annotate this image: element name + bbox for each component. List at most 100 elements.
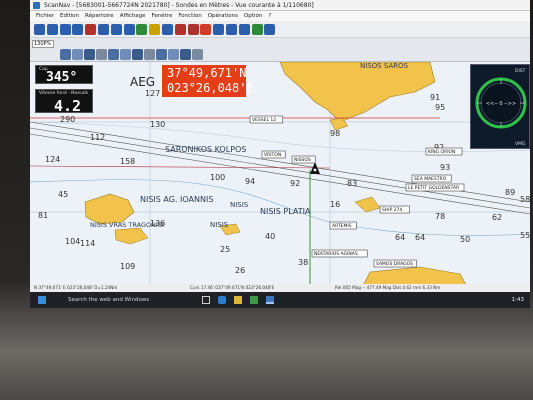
- menu-item-8[interactable]: ?: [268, 11, 271, 21]
- label-area-aeg: AEG: [130, 75, 155, 89]
- ais-target-box[interactable]: SEA MAESTRO: [411, 174, 452, 183]
- ais-target-name: KING ORION: [428, 149, 455, 155]
- depth-sounding: 124: [45, 155, 60, 164]
- ais-target-box[interactable]: NEKTARIOS AGINAS: [311, 249, 368, 258]
- boat-icon[interactable]: [238, 24, 250, 35]
- ais-target-box[interactable]: NISSOS: [291, 155, 316, 164]
- menu-item-3[interactable]: Affichage: [120, 11, 146, 21]
- menu-item-1[interactable]: Edition: [60, 11, 79, 21]
- settings-icon[interactable]: [264, 24, 276, 35]
- secondary-tool-icon[interactable]: [156, 49, 167, 60]
- device-frame: ScanNav - [5683001-5667724N 2021780] - S…: [0, 0, 533, 400]
- zoom-select[interactable]: 130P%: [32, 40, 54, 48]
- ais-target-box[interactable]: KING ORION: [425, 147, 463, 156]
- store-icon[interactable]: [250, 296, 258, 304]
- label-nisis-ioannis: NISIS AG. IOANNIS: [140, 195, 213, 204]
- ais-target-box[interactable]: LE PETIT GOLDENSTAR: [405, 183, 465, 192]
- secondary-tool-icon[interactable]: [120, 49, 131, 60]
- depth-sounding: 290: [60, 115, 75, 124]
- depth-sounding: 114: [80, 239, 95, 248]
- depth-sounding: 89: [505, 188, 515, 197]
- measure-icon[interactable]: [98, 24, 109, 35]
- heading-panel: Cap 345°: [35, 65, 93, 85]
- track-icon[interactable]: [72, 24, 84, 35]
- menu-item-2[interactable]: Répertoire: [85, 11, 114, 21]
- explorer-icon[interactable]: [234, 296, 242, 304]
- speed-label: Vitesse fond - Noeuds: [39, 91, 89, 96]
- nautical-chart[interactable]: AEG SARONIKOS KOLPOS NISIS AG. IOANNIS N…: [30, 62, 530, 292]
- secondary-tool-icon[interactable]: [60, 49, 71, 60]
- chart-view[interactable]: AEG SARONIKOS KOLPOS NISIS AG. IOANNIS N…: [30, 62, 530, 292]
- edge-icon[interactable]: [218, 296, 226, 304]
- depth-sounding: 78: [435, 212, 445, 221]
- ais-target-name: SHIP 274: [382, 207, 402, 213]
- tide-icon[interactable]: [213, 24, 225, 35]
- start-button[interactable]: [38, 296, 46, 304]
- taskbar-search[interactable]: Search the web and Windows: [56, 292, 196, 308]
- depth-sounding: 25: [220, 245, 230, 254]
- secondary-tool-icon[interactable]: [84, 49, 95, 60]
- info-icon[interactable]: [162, 24, 173, 35]
- pointer-icon[interactable]: [34, 24, 45, 35]
- crosshair-icon[interactable]: [46, 24, 58, 35]
- secondary-tool-icon[interactable]: [192, 49, 203, 60]
- window-title: ScanNav - [5683001-5667724N 2021780] - S…: [44, 2, 314, 9]
- scannav-taskbar-icon[interactable]: [266, 296, 274, 304]
- depth-sounding: 55: [520, 231, 530, 240]
- speed-panel: Vitesse fond - Noeuds 4.2: [35, 89, 93, 115]
- chart-icon[interactable]: [136, 24, 148, 35]
- label-nisis: NISIS: [230, 201, 249, 209]
- compass-panel: DIST <<-- 0 -->> VMG: [470, 64, 530, 149]
- status-left: N 37°49,671' E 023°26,048' D=1.24Nm: [34, 285, 118, 290]
- menu-item-6[interactable]: Opérations: [208, 11, 238, 21]
- toolbar-secondary: 130P%: [30, 38, 530, 62]
- depth-sounding: 98: [330, 129, 340, 138]
- flag-icon[interactable]: [187, 24, 199, 35]
- depth-sounding: 40: [265, 232, 275, 241]
- secondary-tool-icon[interactable]: [180, 49, 191, 60]
- secondary-tool-icon[interactable]: [168, 49, 179, 60]
- depth-sounding: 16: [330, 200, 340, 209]
- depth-sounding: 104: [65, 237, 80, 246]
- menu-item-4[interactable]: Fenêtre: [152, 11, 173, 21]
- depth-sounding: 94: [245, 177, 255, 186]
- alarm-icon[interactable]: [149, 24, 161, 35]
- depth-sounding: 58: [520, 195, 530, 204]
- ais-target-name: SEA MAESTRO: [414, 176, 447, 182]
- menu-item-0[interactable]: Fichier: [36, 11, 54, 21]
- heading-value: 345°: [46, 70, 78, 85]
- secondary-tool-icon[interactable]: [144, 49, 155, 60]
- label-nisos-north: NISOS SAROS: [360, 62, 409, 70]
- target-icon[interactable]: [174, 24, 186, 35]
- menu-bar: Fichier Edition Répertoire Affichage Fenêtre…: [30, 11, 530, 21]
- ais-target-name: NEKTARIOS AGINAS: [314, 251, 358, 257]
- text-icon[interactable]: [110, 24, 122, 35]
- windows-taskbar: Search the web and Windows 1:43: [30, 292, 530, 308]
- lifebuoy-icon[interactable]: [200, 24, 212, 35]
- route-icon[interactable]: [59, 24, 71, 35]
- ais-target-box[interactable]: SHIP 274: [379, 205, 410, 214]
- map-icon[interactable]: [251, 24, 263, 35]
- ais-target-box[interactable]: VRITON: [261, 150, 286, 159]
- depth-sounding: 95: [435, 103, 445, 112]
- ais-target-name: NISSOS: [294, 157, 311, 163]
- ais-target-box[interactable]: ARTEMIS: [329, 221, 357, 230]
- menu-item-5[interactable]: Fonction: [178, 11, 201, 21]
- waypoint-icon[interactable]: [85, 24, 97, 35]
- menu-item-7[interactable]: Option: [244, 11, 262, 21]
- status-bar: N 37°49,671' E 023°26,048' D=1.24Nm Curs…: [30, 284, 530, 292]
- secondary-tool-icon[interactable]: [108, 49, 119, 60]
- depth-sounding: 50: [460, 235, 470, 244]
- secondary-tool-icon[interactable]: [72, 49, 83, 60]
- compass-gauge: DIST <<-- 0 -->> VMG: [475, 68, 527, 147]
- ais-target-box[interactable]: SAMOS DRAGOS: [373, 259, 417, 268]
- compass-top-label: DIST: [515, 68, 526, 74]
- grid-icon[interactable]: [226, 24, 237, 35]
- secondary-tool-icon[interactable]: [132, 49, 143, 60]
- depth-sounding: 158: [120, 157, 135, 166]
- ais-target-box[interactable]: VESSEL 12: [249, 115, 284, 124]
- layer-icon[interactable]: [123, 24, 135, 35]
- task-view-icon[interactable]: [202, 296, 210, 304]
- app-icon: [33, 2, 40, 9]
- secondary-tool-icon[interactable]: [96, 49, 107, 60]
